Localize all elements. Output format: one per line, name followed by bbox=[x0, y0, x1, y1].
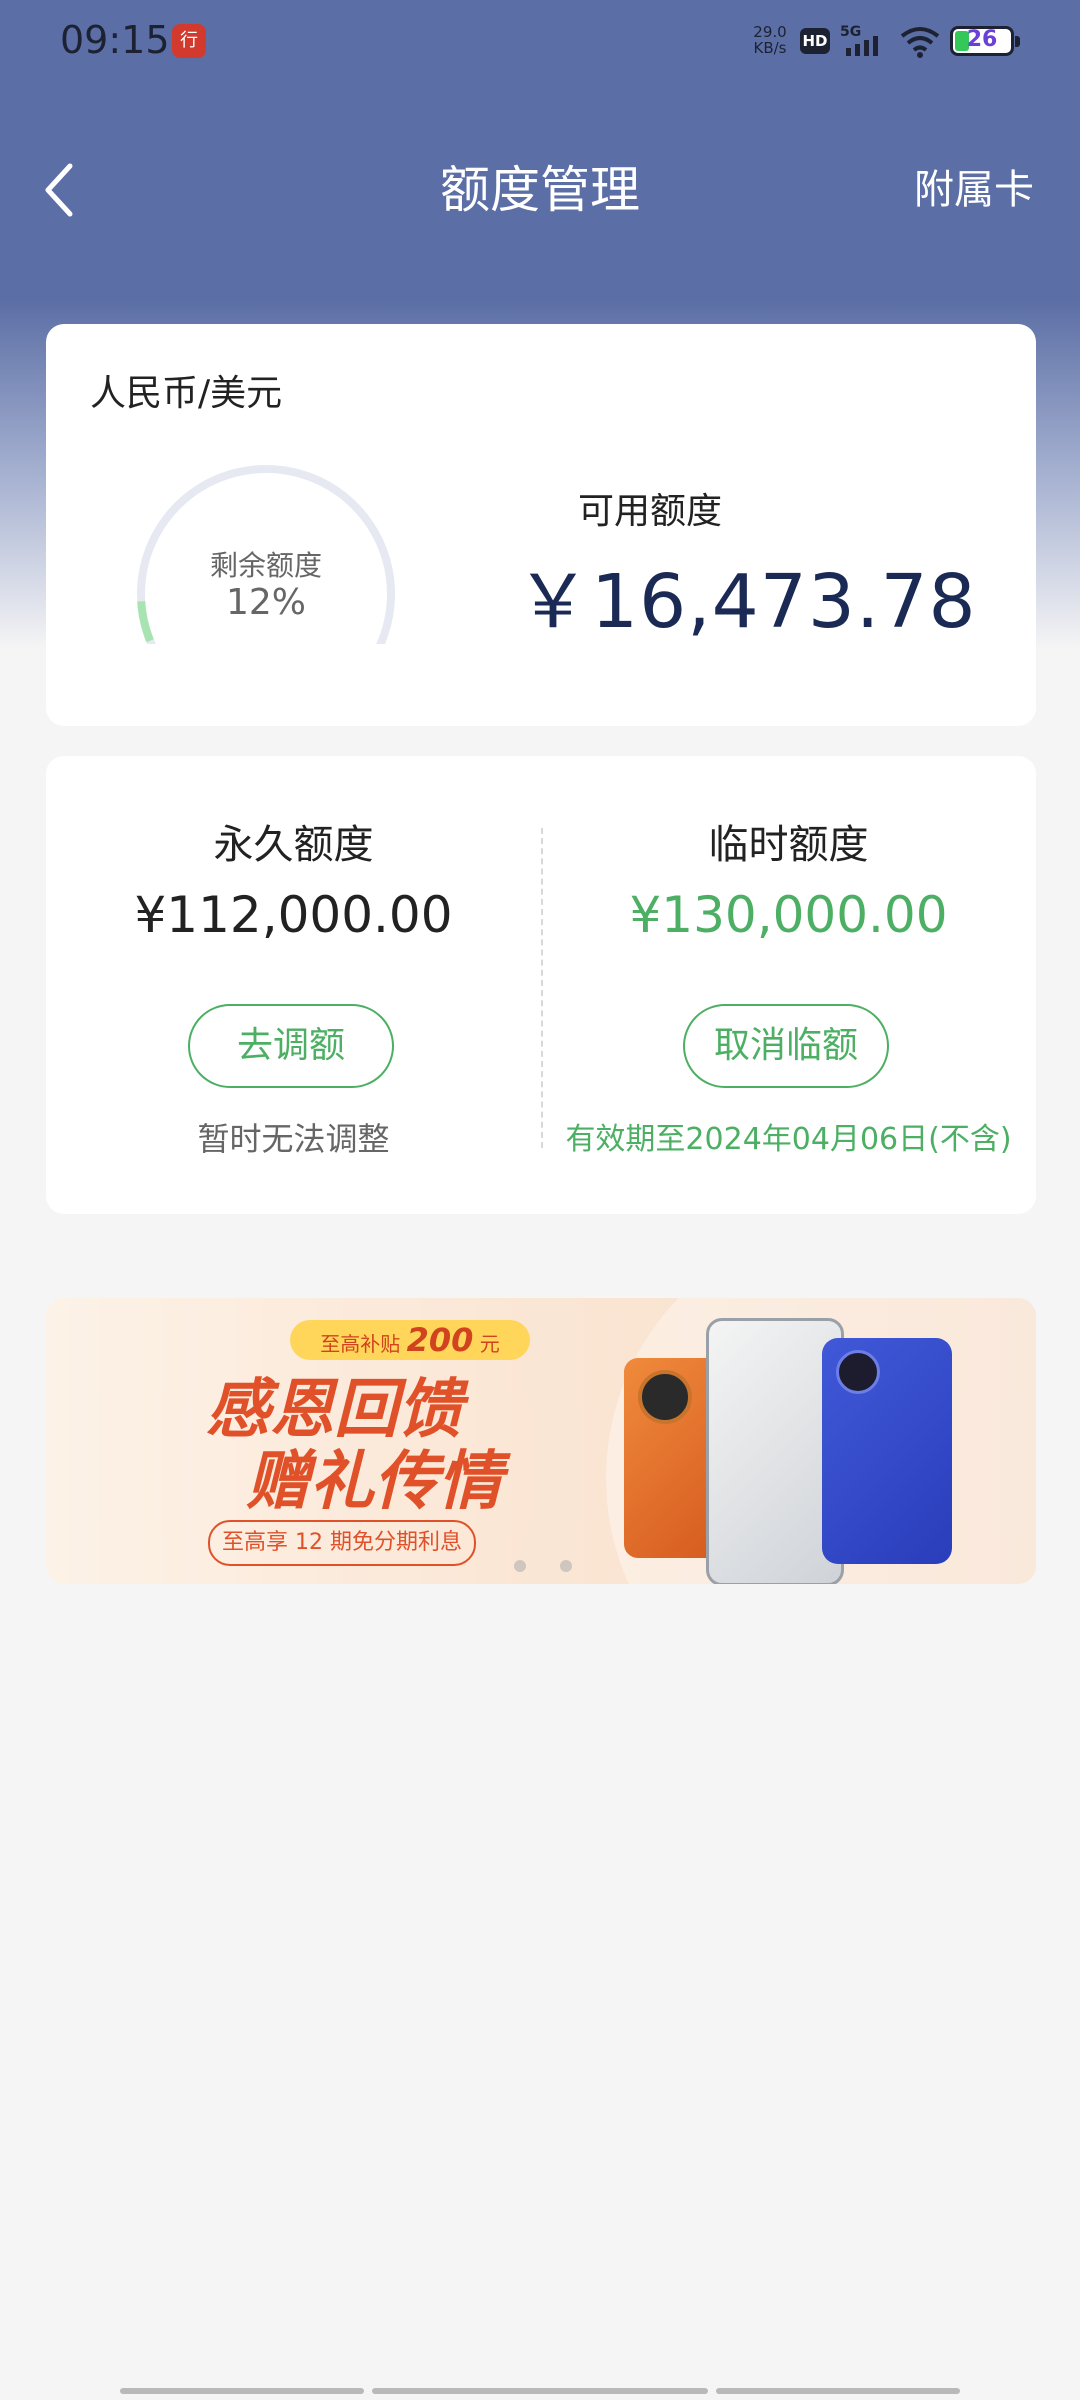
adjust-limit-button[interactable]: 去调额 bbox=[188, 1004, 394, 1088]
temporary-limit-amount: ¥130,000.00 bbox=[629, 886, 948, 944]
nav-bar-segment bbox=[372, 2388, 708, 2394]
gauge-label: 剩余额度 bbox=[209, 549, 322, 582]
banner-tag-suffix: 元 bbox=[479, 1332, 500, 1356]
temporary-limit-title: 临时额度 bbox=[708, 822, 869, 868]
banner-subsidy-tag: 至高补贴 200 元 bbox=[290, 1320, 530, 1360]
pagination-dot[interactable] bbox=[514, 1560, 526, 1572]
permanent-limit-amount: ¥112,000.00 bbox=[134, 886, 453, 944]
network-speed: 29.0 KB/s bbox=[748, 24, 792, 56]
available-credit-amount: ￥16,473.78 bbox=[516, 559, 977, 645]
status-bar: 09:15 行 29.0 KB/s HD 5G 26 bbox=[0, 0, 1080, 84]
gauge-percent: 12% bbox=[225, 582, 306, 623]
network-type: 5G bbox=[840, 24, 861, 40]
bank-app-icon: 行 bbox=[172, 24, 206, 58]
nav-bar-segment bbox=[120, 2388, 364, 2394]
battery-level: 26 bbox=[966, 27, 998, 52]
available-credit-card: 人民币/美元 剩余额度 12% 可用额度 ￥16,473.78 bbox=[46, 324, 1036, 726]
blue-phone-image bbox=[822, 1338, 952, 1564]
currency-label: 人民币/美元 bbox=[90, 373, 283, 414]
available-credit-title: 可用额度 bbox=[578, 491, 723, 532]
banner-tag-prefix: 至高补贴 bbox=[320, 1332, 401, 1356]
cancel-temporary-limit-button[interactable]: 取消临额 bbox=[683, 1004, 889, 1088]
supplementary-card-link[interactable]: 附属卡 bbox=[914, 150, 1034, 230]
banner-installment-pill: 至高享 12 期免分期利息 bbox=[208, 1520, 476, 1566]
banner-pagination bbox=[514, 1560, 584, 1574]
network-speed-unit: KB/s bbox=[753, 39, 787, 57]
promo-banner[interactable]: 至高补贴 200 元 感恩回馈 赠礼传情 至高享 12 期免分期利息 bbox=[46, 1298, 1036, 1584]
temporary-limit-validity: 有效期至2024年04月06日(不含) bbox=[565, 1122, 1012, 1157]
credit-limits-card: 永久额度 ¥112,000.00 去调额 暂时无法调整 临时额度 ¥130,00… bbox=[46, 756, 1036, 1214]
signal-icon: 5G bbox=[840, 24, 878, 56]
hd-icon: HD bbox=[800, 28, 830, 54]
permanent-limit-title: 永久额度 bbox=[213, 822, 374, 868]
status-time: 09:15 bbox=[60, 18, 170, 62]
wifi-icon bbox=[900, 27, 940, 58]
pagination-dot[interactable] bbox=[560, 1560, 572, 1572]
network-speed-value: 29.0 bbox=[753, 23, 787, 41]
temporary-limit-section: 临时额度 ¥130,000.00 取消临额 有效期至2024年04月06日(不含… bbox=[541, 756, 1036, 1214]
permanent-limit-note: 暂时无法调整 bbox=[197, 1120, 390, 1158]
banner-tag-amount: 200 bbox=[406, 1321, 474, 1359]
battery-icon: 26 bbox=[950, 26, 1020, 56]
banner-headline-2: 赠礼传情 bbox=[246, 1445, 502, 1519]
nav-bar-segment bbox=[716, 2388, 960, 2394]
permanent-limit-section: 永久额度 ¥112,000.00 去调额 暂时无法调整 bbox=[46, 756, 541, 1214]
